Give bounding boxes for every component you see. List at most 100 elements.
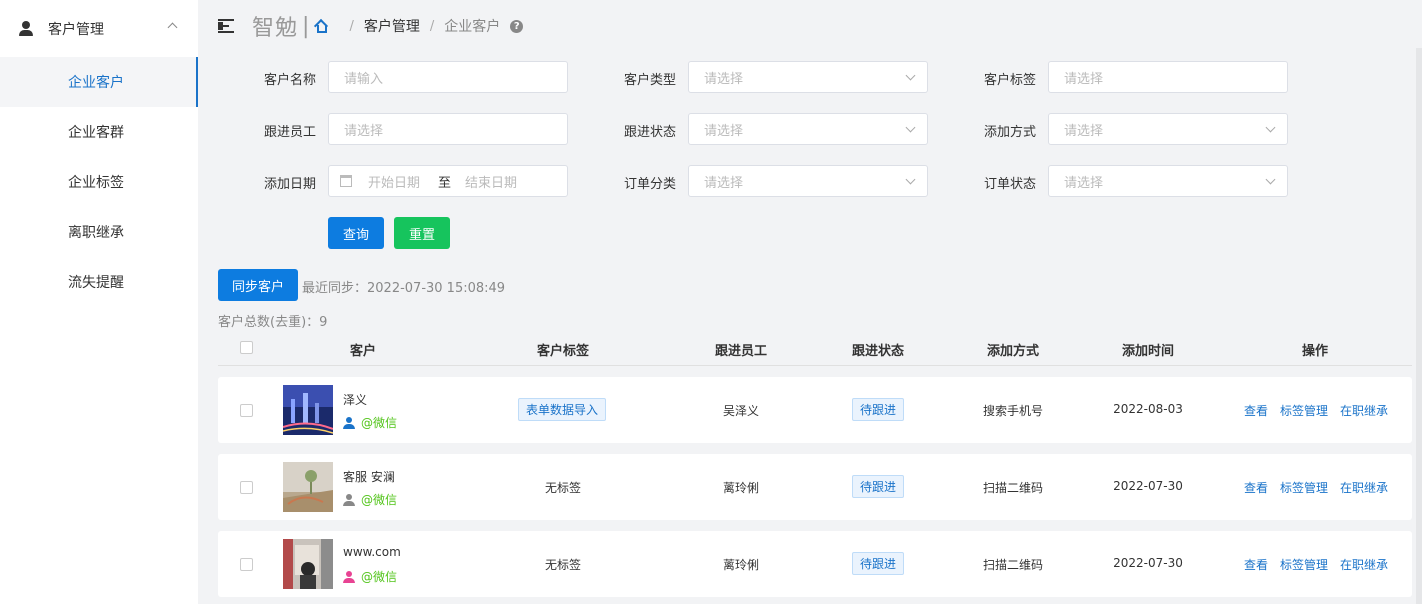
main-content: 智勉 | / 客户管理 / 企业客户 ? 客户名称 请输入 客户类型 请选择 客… (198, 0, 1422, 604)
sidebar-item-enterprise-tags[interactable]: 企业标签 (0, 157, 198, 207)
customer-tag-select[interactable]: 请选择 (1048, 61, 1288, 93)
follow-staff-label: 跟进员工 (263, 125, 316, 140)
person-icon (343, 416, 355, 429)
chevron-down-icon (1265, 122, 1276, 133)
sidebar-item-resigned-inheritance[interactable]: 离职继承 (0, 207, 198, 257)
sidebar-group-title: 客户管理 (48, 21, 104, 38)
order-status-select[interactable]: 请选择 (1048, 165, 1288, 197)
sidebar-item-label: 企业客群 (68, 125, 124, 141)
date-start-placeholder: 开始日期 (368, 175, 421, 191)
column-customer: 客户 (349, 344, 376, 359)
active-inheritance-link[interactable]: 在职继承 (1340, 402, 1388, 419)
column-customer-tag: 客户标签 (536, 344, 589, 359)
tag-management-link[interactable]: 标签管理 (1280, 479, 1328, 496)
sync-customers-button[interactable]: 同步客户 (218, 269, 298, 301)
follow-staff-cell: 蓠玲俐 (722, 481, 759, 495)
active-inheritance-link[interactable]: 在职继承 (1340, 556, 1388, 573)
select-placeholder: 请选择 (704, 175, 744, 191)
row-operations: 查看 标签管理 在职继承 (1244, 479, 1388, 496)
sidebar-group-customer-management[interactable]: 客户管理 (0, 0, 198, 57)
add-method-label: 添加方式 (983, 125, 1036, 140)
follow-status-select[interactable]: 请选择 (688, 113, 928, 145)
add-method-cell: 搜索手机号 (982, 404, 1043, 418)
sidebar: 客户管理 企业客户 企业客群 企业标签 离职继承 流失提醒 (0, 0, 198, 604)
customer-name-label: 客户名称 (263, 73, 316, 88)
select-placeholder: 请选择 (704, 123, 744, 139)
customer-name[interactable]: www.com (343, 545, 401, 559)
row-checkbox[interactable] (240, 404, 253, 417)
add-method-cell: 扫描二维码 (982, 558, 1043, 572)
top-bar: 智勉 | / 客户管理 / 企业客户 ? (218, 8, 524, 44)
active-inheritance-link[interactable]: 在职继承 (1340, 479, 1388, 496)
add-date-label: 添加日期 (263, 177, 316, 192)
date-end-placeholder: 结束日期 (465, 175, 518, 191)
chevron-up-icon[interactable] (167, 22, 178, 33)
view-link[interactable]: 查看 (1244, 479, 1268, 496)
table-header: 客户 客户标签 跟进员工 跟进状态 添加方式 添加时间 操作 (218, 330, 1412, 366)
select-placeholder: 请选择 (704, 71, 744, 87)
sidebar-item-label: 流失提醒 (68, 275, 124, 291)
view-link[interactable]: 查看 (1244, 556, 1268, 573)
follow-staff-select[interactable]: 请选择 (328, 113, 568, 145)
breadcrumb-separator: / (349, 18, 354, 34)
sidebar-item-churn-reminder[interactable]: 流失提醒 (0, 257, 198, 307)
user-icon (18, 20, 34, 37)
wechat-source-label: @微信 (361, 416, 398, 430)
sidebar-item-customer-groups[interactable]: 企业客群 (0, 107, 198, 157)
person-icon (343, 570, 355, 583)
wechat-source-label: @微信 (361, 570, 398, 584)
customer-name[interactable]: 泽义 (343, 391, 367, 408)
breadcrumb-customer-management[interactable]: 客户管理 (364, 16, 420, 36)
column-follow-status: 跟进状态 (851, 344, 904, 359)
customer-type-label: 客户类型 (623, 73, 676, 88)
add-method-select[interactable]: 请选择 (1048, 113, 1288, 145)
tag-management-link[interactable]: 标签管理 (1280, 556, 1328, 573)
customer-name[interactable]: 客服 安澜 (343, 468, 395, 485)
add-date-range-picker[interactable]: 开始日期 至 结束日期 (328, 165, 568, 197)
table-row: www.com @微信 无标签 蓠玲俐 待跟进 扫描二维码 2022-07-30… (218, 531, 1412, 597)
select-placeholder: 请选择 (1064, 175, 1104, 191)
customer-source: @微信 (343, 568, 397, 585)
customer-avatar (283, 385, 333, 435)
menu-fold-icon[interactable] (218, 19, 236, 33)
select-all-checkbox[interactable] (240, 341, 253, 354)
add-method-cell: 扫描二维码 (982, 481, 1043, 495)
table-row: 客服 安澜 @微信 无标签 蓠玲俐 待跟进 扫描二维码 2022-07-30 查… (218, 454, 1412, 520)
query-button[interactable]: 查询 (328, 217, 384, 249)
brand-logo: 智勉 (252, 16, 299, 41)
select-placeholder: 请选择 (1064, 123, 1104, 139)
follow-staff-cell: 蓠玲俐 (722, 558, 759, 572)
breadcrumb-separator: / (429, 18, 435, 34)
reset-button[interactable]: 重置 (394, 217, 450, 249)
tag-management-link[interactable]: 标签管理 (1280, 402, 1328, 419)
customer-tag-label: 客户标签 (983, 73, 1036, 88)
column-add-method: 添加方式 (986, 344, 1039, 359)
order-category-select[interactable]: 请选择 (688, 165, 928, 197)
help-icon[interactable]: ? (510, 19, 524, 33)
order-category-label: 订单分类 (623, 177, 676, 192)
customer-total-text: 客户总数(去重)：9 (218, 315, 328, 330)
follow-staff-cell: 吴泽义 (722, 404, 759, 418)
chevron-down-icon (905, 174, 916, 185)
view-link[interactable]: 查看 (1244, 402, 1268, 419)
last-sync-text: 最近同步：2022-07-30 15:08:49 (302, 281, 506, 296)
order-status-label: 订单状态 (983, 177, 1036, 192)
scrollbar[interactable] (1416, 48, 1422, 604)
sidebar-item-enterprise-customers[interactable]: 企业客户 (0, 57, 198, 107)
customer-name-input[interactable]: 请输入 (328, 61, 568, 93)
home-icon[interactable] (314, 18, 329, 34)
follow-status-badge: 待跟进 (852, 398, 905, 421)
customer-type-select[interactable]: 请选择 (688, 61, 928, 93)
customer-tag-cell: 无标签 (544, 558, 581, 572)
column-add-time: 添加时间 (1121, 344, 1174, 359)
customer-tag-badge: 表单数据导入 (518, 398, 607, 421)
row-operations: 查看 标签管理 在职继承 (1244, 556, 1388, 573)
row-checkbox[interactable] (240, 481, 253, 494)
column-operations: 操作 (1301, 344, 1328, 359)
add-time-cell: 2022-08-03 (1113, 402, 1183, 416)
calendar-icon (340, 175, 352, 187)
chevron-down-icon (905, 122, 916, 133)
brand-separator: | (302, 13, 310, 39)
row-checkbox[interactable] (240, 558, 253, 571)
chevron-down-icon (1265, 174, 1276, 185)
